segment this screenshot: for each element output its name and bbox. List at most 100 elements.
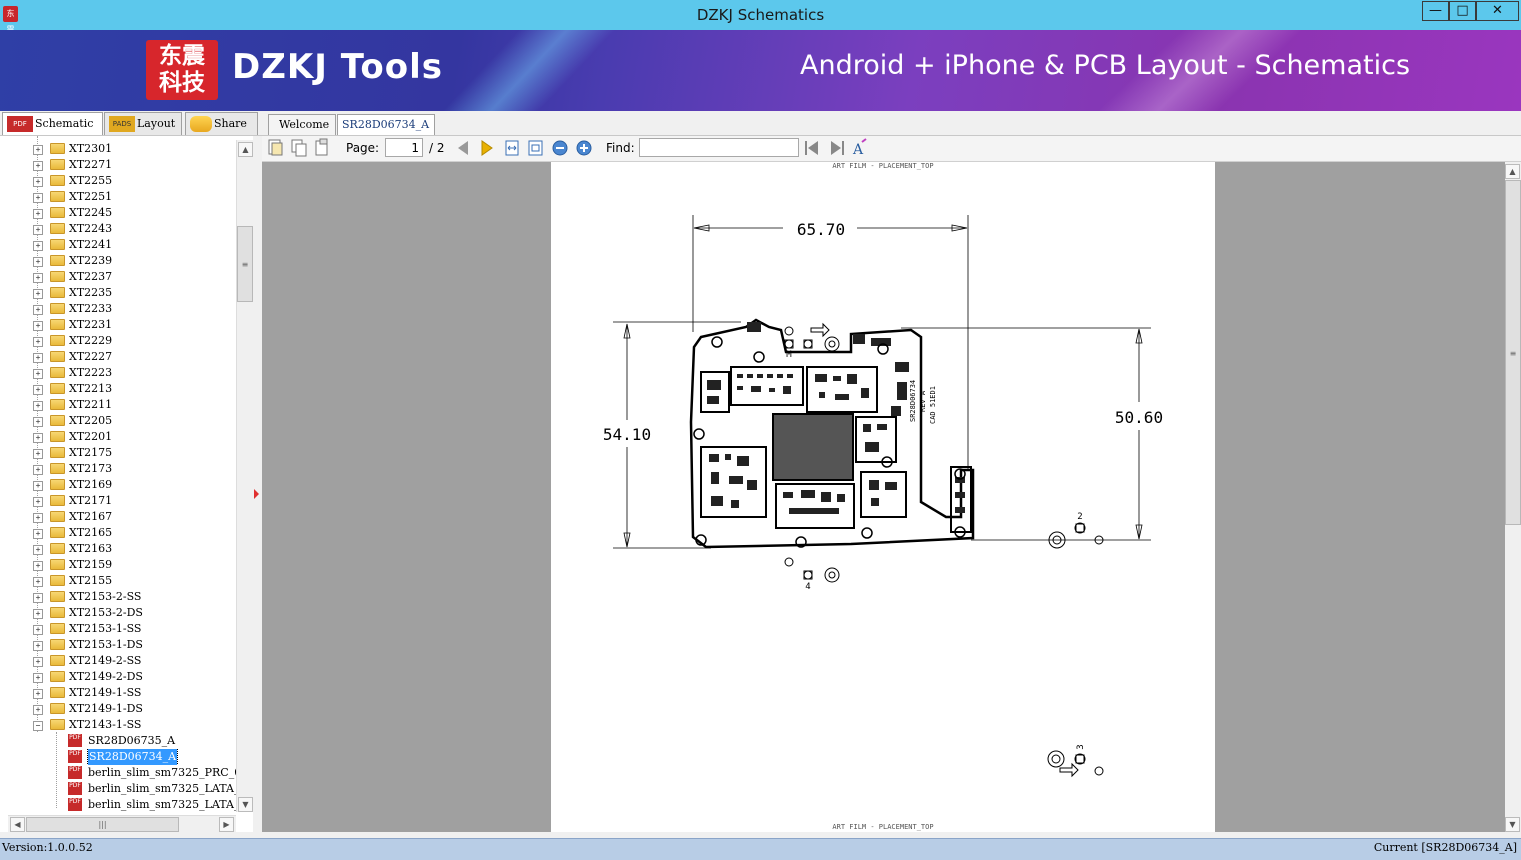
tree-folder-item[interactable]: + XT2171 [0, 493, 236, 509]
tree-folder-item[interactable]: + XT2153-2-DS [0, 605, 236, 621]
tree-folder-item[interactable]: + XT2173 [0, 461, 236, 477]
tree-folder-item[interactable]: + XT2201 [0, 429, 236, 445]
tree-folder-item[interactable]: + XT2163 [0, 541, 236, 557]
expand-icon[interactable]: + [33, 145, 43, 155]
scroll-down-icon[interactable]: ▼ [238, 797, 253, 812]
expand-icon[interactable]: + [33, 449, 43, 459]
document-viewer[interactable]: ART FILM - PLACEMENT_TOP ART FILM - PLAC… [262, 162, 1505, 832]
collapse-icon[interactable]: − [33, 721, 43, 731]
expand-icon[interactable]: + [33, 577, 43, 587]
scroll-down-icon[interactable]: ▼ [1505, 817, 1520, 832]
scroll-up-icon[interactable]: ▲ [238, 142, 253, 157]
tree-file-item[interactable]: PDF berlin_slim_sm7325_PRC_05 [0, 765, 236, 781]
scroll-thumb[interactable]: ≡ [1505, 180, 1521, 525]
tree-folder-item[interactable]: + XT2227 [0, 349, 236, 365]
scroll-up-icon[interactable]: ▲ [1505, 164, 1520, 179]
expand-icon[interactable]: + [33, 209, 43, 219]
expand-icon[interactable]: + [33, 481, 43, 491]
tree-folder-item[interactable]: + XT2255 [0, 173, 236, 189]
tree-folder-item[interactable]: + XT2149-2-DS [0, 669, 236, 685]
tree-folder-item[interactable]: + XT2243 [0, 221, 236, 237]
expand-icon[interactable]: + [33, 497, 43, 507]
open-file-button[interactable] [268, 140, 284, 156]
highlight-button[interactable] [852, 140, 868, 156]
file-tree[interactable]: + XT2301 + XT2271 + XT2255 + XT2251 + XT2245 + XT22… [0, 136, 260, 832]
next-page-button[interactable] [480, 140, 496, 156]
tab-layout[interactable]: PADS Layout [104, 112, 182, 135]
tree-folder-item[interactable]: + XT2149-2-SS [0, 653, 236, 669]
close-button[interactable]: ✕ [1476, 1, 1519, 21]
expand-icon[interactable]: + [33, 289, 43, 299]
paste-button[interactable] [315, 140, 331, 156]
expand-icon[interactable]: + [33, 657, 43, 667]
tree-folder-item[interactable]: + XT2167 [0, 509, 236, 525]
expand-icon[interactable]: + [33, 689, 43, 699]
expand-icon[interactable]: + [33, 177, 43, 187]
tree-folder-item[interactable]: + XT2229 [0, 333, 236, 349]
expand-icon[interactable]: + [33, 337, 43, 347]
tree-folder-item[interactable]: + XT2223 [0, 365, 236, 381]
tree-folder-item[interactable]: + XT2149-1-SS [0, 685, 236, 701]
pdf-page[interactable]: ART FILM - PLACEMENT_TOP ART FILM - PLAC… [551, 162, 1215, 832]
maximize-button[interactable]: □ [1449, 1, 1476, 21]
scroll-left-icon[interactable]: ◀ [10, 817, 25, 832]
expand-icon[interactable]: + [33, 417, 43, 427]
tree-file-item[interactable]: PDF berlin_slim_sm7325_LATA_1 [0, 781, 236, 797]
expand-icon[interactable]: + [33, 593, 43, 603]
zoom-in-button[interactable] [576, 140, 592, 156]
tab-share[interactable]: Share [185, 112, 258, 135]
fit-page-button[interactable] [528, 140, 544, 156]
tree-folder-item[interactable]: + XT2165 [0, 525, 236, 541]
scroll-right-icon[interactable]: ▶ [219, 817, 234, 832]
expand-icon[interactable]: + [33, 353, 43, 363]
expand-icon[interactable]: + [33, 401, 43, 411]
tree-file-item[interactable]: PDF SR28D06735_A [0, 733, 236, 749]
expand-icon[interactable]: + [33, 161, 43, 171]
panel-splitter[interactable] [253, 136, 261, 832]
tree-folder-item[interactable]: + XT2241 [0, 237, 236, 253]
tab-document[interactable]: SR28D06734_A✕ [337, 114, 435, 152]
copy-button[interactable] [291, 140, 307, 156]
collapse-panel-icon[interactable] [254, 489, 259, 499]
expand-icon[interactable]: + [33, 529, 43, 539]
tree-folder-item[interactable]: + XT2155 [0, 573, 236, 589]
expand-icon[interactable]: + [33, 225, 43, 235]
expand-icon[interactable]: + [33, 705, 43, 715]
expand-icon[interactable]: + [33, 257, 43, 267]
scroll-thumb[interactable]: ≡ [237, 226, 253, 302]
find-first-button[interactable] [804, 140, 820, 156]
tree-folder-item[interactable]: + XT2153-1-SS [0, 621, 236, 637]
tree-folder-item[interactable]: + XT2169 [0, 477, 236, 493]
expand-icon[interactable]: + [33, 305, 43, 315]
prev-page-button[interactable] [455, 140, 471, 156]
expand-icon[interactable]: + [33, 433, 43, 443]
expand-icon[interactable]: + [33, 385, 43, 395]
tree-folder-item[interactable]: + XT2175 [0, 445, 236, 461]
tree-vertical-scrollbar[interactable]: ▲ ≡ ▼ [236, 140, 254, 812]
expand-icon[interactable]: + [33, 241, 43, 251]
tree-folder-item[interactable]: + XT2237 [0, 269, 236, 285]
expand-icon[interactable]: + [33, 641, 43, 651]
expand-icon[interactable]: + [33, 513, 43, 523]
tree-folder-item[interactable]: + XT2245 [0, 205, 236, 221]
zoom-out-button[interactable] [552, 140, 568, 156]
expand-icon[interactable]: + [33, 561, 43, 571]
tab-schematic[interactable]: PDF Schematic [2, 112, 103, 135]
expand-icon[interactable]: + [33, 193, 43, 203]
find-input[interactable] [639, 138, 799, 157]
expand-icon[interactable]: + [33, 673, 43, 683]
expand-icon[interactable]: + [33, 321, 43, 331]
document-vertical-scrollbar[interactable]: ▲ ≡ ▼ [1505, 162, 1521, 832]
find-next-button[interactable] [830, 140, 846, 156]
expand-icon[interactable]: + [33, 625, 43, 635]
tree-folder-item[interactable]: + XT2211 [0, 397, 236, 413]
tree-folder-item[interactable]: − XT2143-1-SS [0, 717, 236, 733]
tree-folder-item[interactable]: + XT2271 [0, 157, 236, 173]
tree-folder-item[interactable]: + XT2301 [0, 141, 236, 157]
page-number-input[interactable]: 1 [385, 138, 423, 157]
tree-folder-item[interactable]: + XT2149-1-DS [0, 701, 236, 717]
tree-file-item[interactable]: PDF berlin_slim_sm7325_LATA_1 [0, 797, 236, 813]
expand-icon[interactable]: + [33, 609, 43, 619]
tree-horizontal-scrollbar[interactable]: ◀ ||| ▶ [8, 815, 236, 833]
minimize-button[interactable]: — [1422, 1, 1449, 21]
